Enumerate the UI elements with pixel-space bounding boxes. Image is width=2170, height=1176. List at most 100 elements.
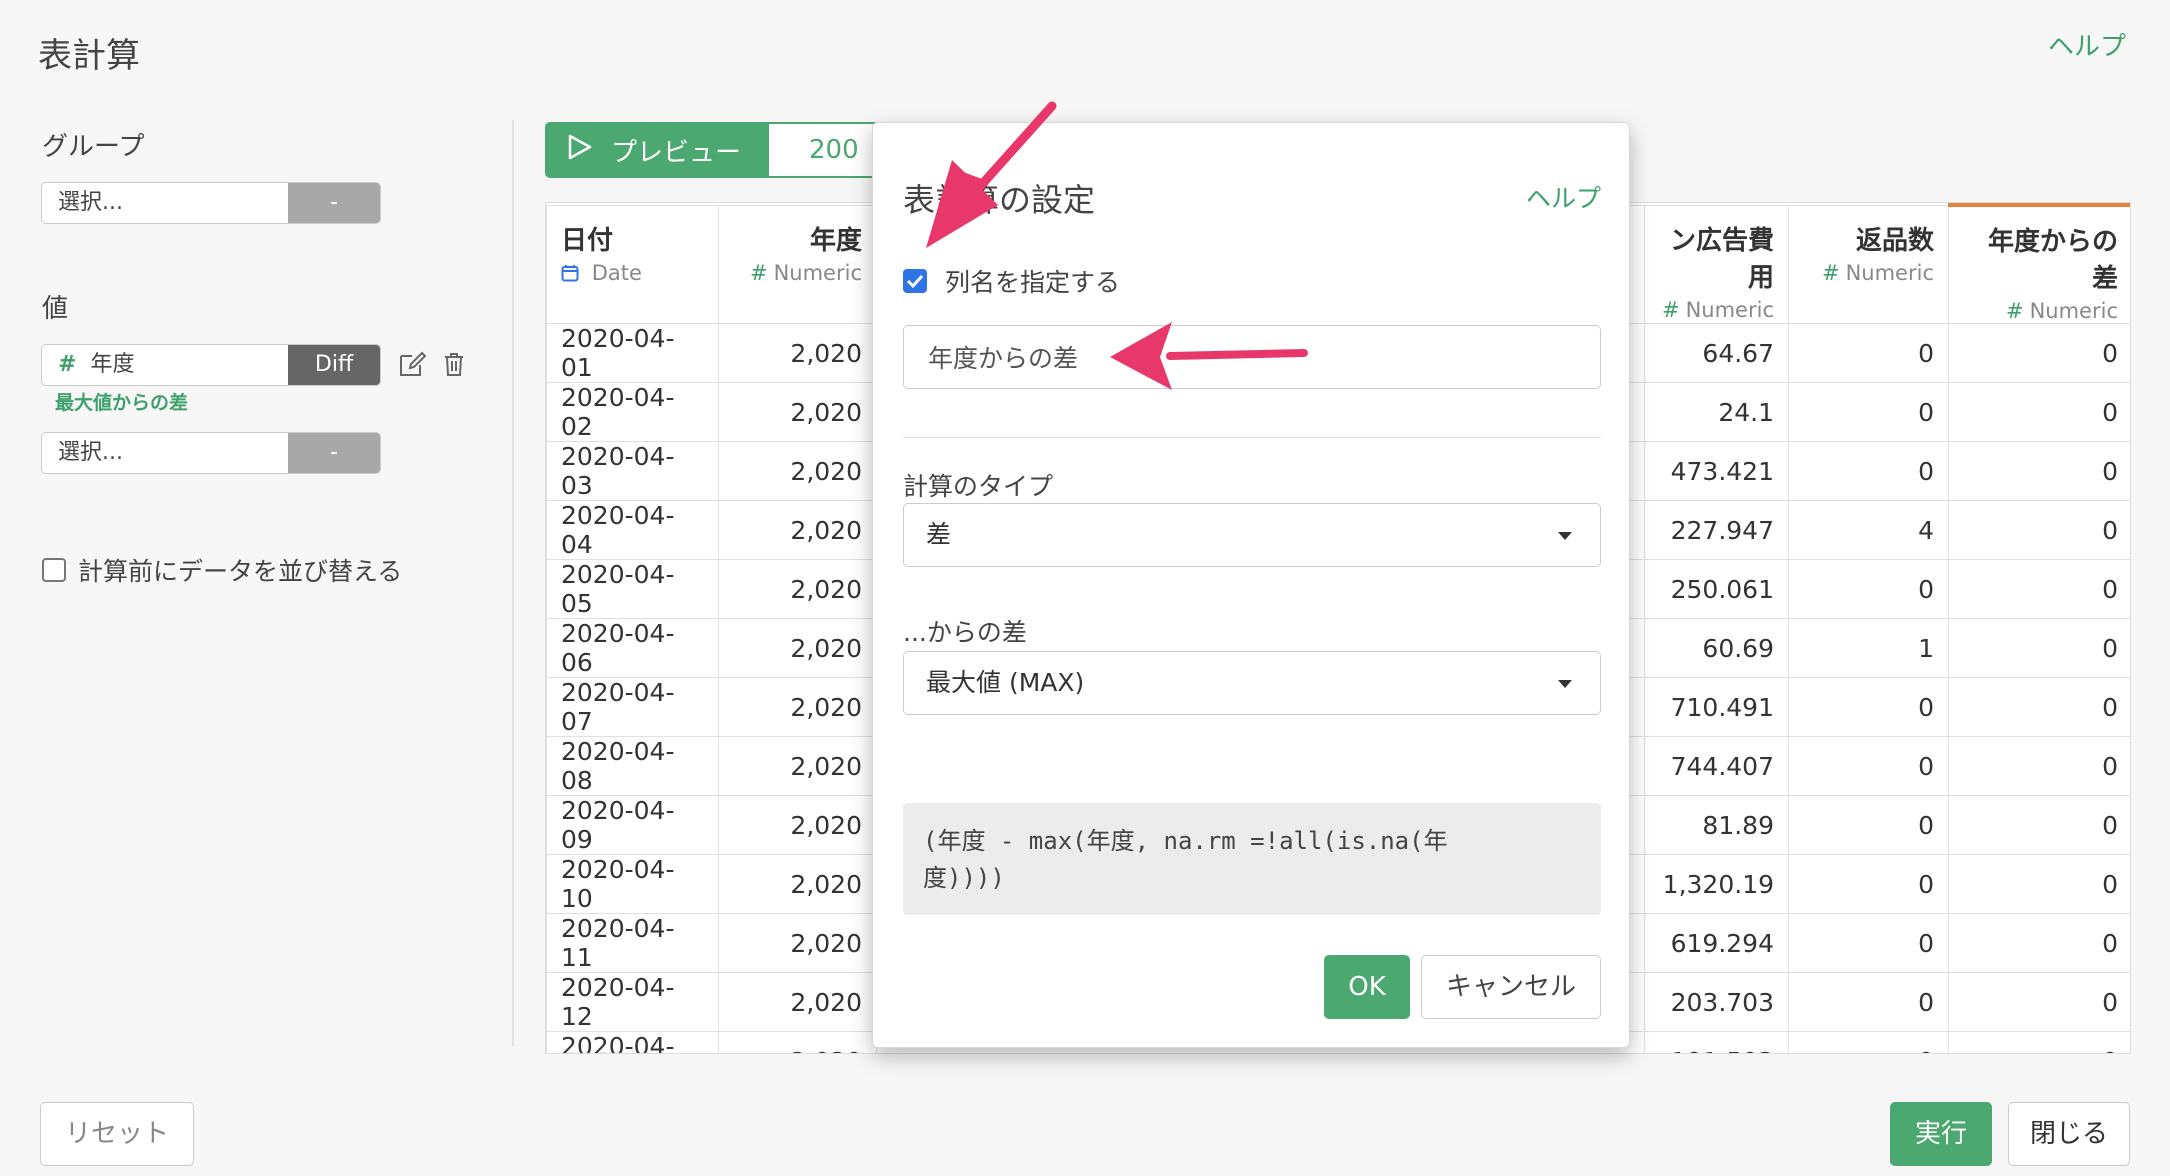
returns-cell: 0 bbox=[1788, 913, 1949, 973]
column-name: 日付 bbox=[561, 225, 614, 256]
value-selector-2-text: 選択... bbox=[58, 440, 123, 465]
returns-cell: 0 bbox=[1788, 1031, 1949, 1053]
returns-cell: 0 bbox=[1788, 972, 1949, 1032]
returns-cell: 0 bbox=[1788, 854, 1949, 914]
sort-checkbox-row[interactable]: 計算前にデータを並び替える bbox=[42, 552, 402, 588]
date-cell: 2020-04-06 bbox=[546, 618, 719, 678]
diff-cell: 0 bbox=[1948, 1031, 2130, 1053]
ad-cost-cell: 24.1 bbox=[1644, 382, 1789, 442]
diff-from-label: ...からの差 bbox=[903, 618, 1027, 647]
year-cell: 2,020 bbox=[718, 382, 877, 442]
column-header-year[interactable]: 年度 # Numeric bbox=[718, 204, 877, 324]
value-selector-2[interactable]: 選択... - bbox=[41, 432, 381, 474]
year-cell: 2,020 bbox=[718, 618, 877, 678]
date-cell: 2020-04-12 bbox=[546, 972, 719, 1032]
value-label: 値 bbox=[42, 294, 69, 324]
calc-type-label: 計算のタイプ bbox=[903, 472, 1054, 501]
diff-cell: 0 bbox=[1948, 618, 2130, 678]
ad-cost-cell: 473.421 bbox=[1644, 441, 1789, 501]
returns-cell: 0 bbox=[1788, 382, 1949, 442]
ok-button[interactable]: OK bbox=[1324, 955, 1410, 1019]
year-cell: 2,020 bbox=[718, 795, 877, 855]
ad-cost-cell: 64.67 bbox=[1644, 323, 1789, 383]
edit-icon[interactable] bbox=[398, 350, 428, 385]
chevron-down-icon bbox=[1558, 680, 1572, 688]
modal-help-link[interactable]: ヘルプ bbox=[1526, 179, 1601, 215]
diff-cell: 0 bbox=[1948, 736, 2130, 796]
close-button[interactable]: 閉じる bbox=[2008, 1102, 2130, 1166]
column-name: 年度からの差 bbox=[1987, 227, 2118, 294]
date-cell: 2020-04-01 bbox=[546, 323, 719, 383]
ad-cost-cell: 191.503 bbox=[1644, 1031, 1789, 1053]
diff-cell: 0 bbox=[1948, 559, 2130, 619]
preview-button[interactable]: プレビュー bbox=[545, 122, 769, 178]
diff-cell: 0 bbox=[1948, 854, 2130, 914]
sort-checkbox-label: 計算前にデータを並び替える bbox=[78, 557, 403, 586]
calc-type-select[interactable]: 差 bbox=[903, 503, 1601, 567]
year-cell: 2,020 bbox=[718, 1031, 877, 1053]
column-header-date[interactable]: 日付 Date bbox=[546, 204, 719, 324]
returns-cell: 0 bbox=[1788, 677, 1949, 737]
year-cell: 2,020 bbox=[718, 323, 877, 383]
play-icon bbox=[567, 133, 593, 168]
column-name: 返品数 bbox=[1855, 225, 1934, 256]
year-cell: 2,020 bbox=[718, 913, 877, 973]
diff-cell: 0 bbox=[1948, 795, 2130, 855]
reset-button[interactable]: リセット bbox=[40, 1102, 194, 1166]
numeric-hash-icon: # bbox=[2005, 299, 2024, 323]
column-header-ad-cost[interactable]: ン広告費用 # Numeric bbox=[1644, 204, 1789, 324]
date-cell: 2020-04-03 bbox=[546, 441, 719, 501]
modal-title: 表計算の設定 bbox=[903, 181, 1096, 219]
returns-cell: 0 bbox=[1788, 559, 1949, 619]
cancel-button[interactable]: キャンセル bbox=[1421, 955, 1601, 1019]
column-name-checkbox-label: 列名を指定する bbox=[945, 268, 1121, 297]
value-calc-button[interactable]: Diff bbox=[288, 345, 380, 385]
returns-cell: 1 bbox=[1788, 618, 1949, 678]
column-name-checkbox-row[interactable]: 列名を指定する bbox=[903, 263, 1120, 299]
run-button[interactable]: 実行 bbox=[1890, 1102, 1992, 1166]
column-name-input[interactable] bbox=[903, 325, 1601, 389]
sort-checkbox[interactable] bbox=[42, 558, 66, 582]
ad-cost-cell: 81.89 bbox=[1644, 795, 1789, 855]
column-name-checkbox[interactable] bbox=[903, 269, 927, 293]
calc-type-value: 差 bbox=[926, 520, 952, 549]
ad-cost-cell: 744.407 bbox=[1644, 736, 1789, 796]
year-cell: 2,020 bbox=[718, 500, 877, 560]
help-link[interactable]: ヘルプ bbox=[2048, 26, 2126, 63]
date-cell: 2020-04-11 bbox=[546, 913, 719, 973]
ad-cost-cell: 60.69 bbox=[1644, 618, 1789, 678]
diff-cell: 0 bbox=[1948, 913, 2130, 973]
column-type: Numeric bbox=[1685, 297, 1774, 322]
modal-divider bbox=[903, 437, 1601, 438]
date-cell: 2020-04-02 bbox=[546, 382, 719, 442]
ad-cost-cell: 227.947 bbox=[1644, 500, 1789, 560]
returns-cell: 0 bbox=[1788, 736, 1949, 796]
value-selector[interactable]: # 年度 Diff bbox=[41, 344, 381, 386]
returns-cell: 0 bbox=[1788, 323, 1949, 383]
panel-divider bbox=[512, 120, 514, 1046]
diff-cell: 0 bbox=[1948, 500, 2130, 560]
formula-line-2: 度)))) bbox=[923, 864, 1005, 892]
value-calc-description: 最大値からの差 bbox=[55, 392, 189, 414]
ad-cost-cell: 250.061 bbox=[1644, 559, 1789, 619]
diff-cell: 0 bbox=[1948, 441, 2130, 501]
column-type: Numeric bbox=[2029, 299, 2118, 323]
row-count-select[interactable]: 200 bbox=[769, 122, 879, 178]
date-cell: 2020-04-07 bbox=[546, 677, 719, 737]
returns-cell: 4 bbox=[1788, 500, 1949, 560]
year-cell: 2,020 bbox=[718, 854, 877, 914]
value-selector-2-button[interactable]: - bbox=[288, 433, 380, 473]
value-selector-text: # 年度 bbox=[42, 345, 288, 385]
ad-cost-cell: 710.491 bbox=[1644, 677, 1789, 737]
column-header-returns[interactable]: 返品数 # Numeric bbox=[1788, 204, 1949, 324]
date-cell: 2020-04-08 bbox=[546, 736, 719, 796]
year-cell: 2,020 bbox=[718, 736, 877, 796]
diff-from-select[interactable]: 最大値 (MAX) bbox=[903, 651, 1601, 715]
group-selector[interactable]: 選択... - bbox=[41, 182, 381, 224]
group-selector-button[interactable]: - bbox=[288, 183, 380, 223]
formula-preview: (年度 - max(年度, na.rm =!all(is.na(年 度)))) bbox=[903, 803, 1601, 915]
trash-icon[interactable] bbox=[441, 350, 467, 385]
date-cell: 2020-04-09 bbox=[546, 795, 719, 855]
numeric-hash-icon: # bbox=[58, 352, 77, 377]
column-header-diff-from-year[interactable]: 年度からの差 # Numeric bbox=[1948, 203, 2130, 324]
